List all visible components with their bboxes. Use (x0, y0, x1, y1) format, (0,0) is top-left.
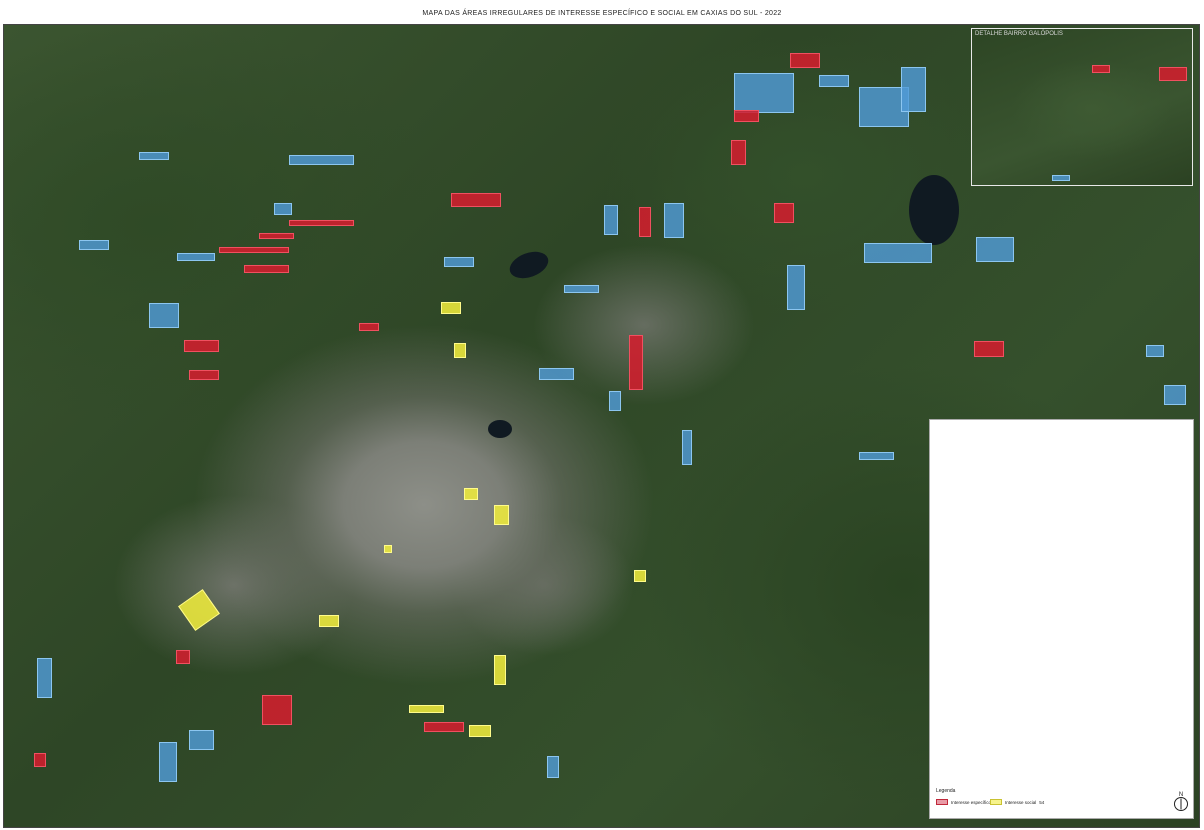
area-polygon[interactable] (494, 505, 509, 525)
north-arrow-icon: N (1174, 792, 1188, 811)
area-polygon[interactable] (79, 240, 109, 250)
area-polygon[interactable] (219, 247, 289, 253)
area-polygon[interactable] (451, 193, 501, 207)
area-polygon[interactable] (184, 340, 219, 352)
area-polygon[interactable] (604, 205, 618, 235)
area-polygon[interactable] (189, 370, 219, 380)
area-polygon[interactable] (359, 323, 379, 331)
area-polygon[interactable] (790, 53, 820, 68)
area-polygon[interactable] (464, 488, 478, 500)
area-polygon[interactable] (177, 253, 215, 261)
area-polygon[interactable] (1164, 385, 1186, 405)
area-polygon[interactable] (178, 589, 220, 631)
satellite-map[interactable]: DETALHE BAIRRO GALÓPOLIS Legenda Interes… (3, 24, 1200, 828)
area-polygon[interactable] (564, 285, 599, 293)
area-polygon[interactable] (1052, 175, 1070, 181)
area-polygon[interactable] (424, 722, 464, 732)
legend-label: Interesse social (1005, 799, 1037, 805)
area-polygon[interactable] (639, 207, 651, 237)
area-polygon[interactable] (384, 545, 392, 553)
area-polygon[interactable] (444, 257, 474, 267)
area-polygon[interactable] (901, 67, 926, 112)
area-polygon[interactable] (289, 155, 354, 165)
area-polygon[interactable] (149, 303, 179, 328)
area-polygon[interactable] (864, 243, 932, 263)
map-title: MAPA DAS ÁREAS IRREGULARES DE INTERESSE … (422, 10, 782, 17)
area-polygon[interactable] (976, 237, 1014, 262)
area-polygon[interactable] (441, 302, 461, 314)
area-polygon[interactable] (731, 140, 746, 165)
area-polygon[interactable] (259, 233, 294, 239)
area-polygon[interactable] (469, 725, 491, 737)
area-polygon[interactable] (319, 615, 339, 627)
north-label: N (1179, 792, 1183, 798)
legend-area-list (934, 424, 1191, 780)
area-polygon[interactable] (787, 265, 805, 310)
area-polygon[interactable] (974, 341, 1004, 357)
lake (909, 175, 959, 245)
area-polygon[interactable] (547, 756, 559, 778)
area-polygon[interactable] (634, 570, 646, 582)
area-polygon[interactable] (159, 742, 177, 782)
area-polygon[interactable] (774, 203, 794, 223)
legend-panel: Legenda Interesse específico 82 Interess… (929, 419, 1194, 819)
area-polygon[interactable] (609, 391, 621, 411)
inset-map-galopolis[interactable]: DETALHE BAIRRO GALÓPOLIS (971, 28, 1193, 186)
area-polygon[interactable] (859, 452, 894, 460)
area-polygon[interactable] (274, 203, 292, 215)
legend-label: Interesse específico (951, 799, 992, 805)
area-polygon[interactable] (37, 658, 52, 698)
area-polygon[interactable] (734, 110, 759, 122)
legend-count: 54 (1039, 799, 1045, 805)
area-polygon[interactable] (664, 203, 684, 238)
inset-title: DETALHE BAIRRO GALÓPOLIS (975, 31, 1063, 37)
area-polygon[interactable] (176, 650, 190, 664)
area-polygon[interactable] (189, 730, 214, 750)
area-polygon[interactable] (454, 343, 466, 358)
area-polygon[interactable] (34, 753, 46, 767)
lake (488, 420, 512, 438)
lake (506, 246, 552, 284)
area-polygon[interactable] (682, 430, 692, 465)
area-polygon[interactable] (409, 705, 444, 713)
area-polygon[interactable] (1146, 345, 1164, 357)
area-polygon[interactable] (139, 152, 169, 160)
legend-swatch (990, 799, 1002, 805)
area-polygon[interactable] (244, 265, 289, 273)
area-polygon[interactable] (539, 368, 574, 380)
area-polygon[interactable] (1159, 67, 1187, 81)
area-polygon[interactable] (819, 75, 849, 87)
legend-title: Legenda (936, 788, 956, 794)
area-polygon[interactable] (289, 220, 354, 226)
legend-item-interesse-social: Interesse social 54 (990, 799, 1044, 805)
legend-column (934, 424, 1017, 780)
area-polygon[interactable] (1092, 65, 1110, 73)
area-polygon[interactable] (734, 73, 794, 113)
legend-column (1108, 424, 1191, 780)
legend-swatch (936, 799, 948, 805)
legend-column (1021, 424, 1104, 780)
area-polygon[interactable] (262, 695, 292, 725)
area-polygon[interactable] (494, 655, 506, 685)
area-polygon[interactable] (629, 335, 643, 390)
